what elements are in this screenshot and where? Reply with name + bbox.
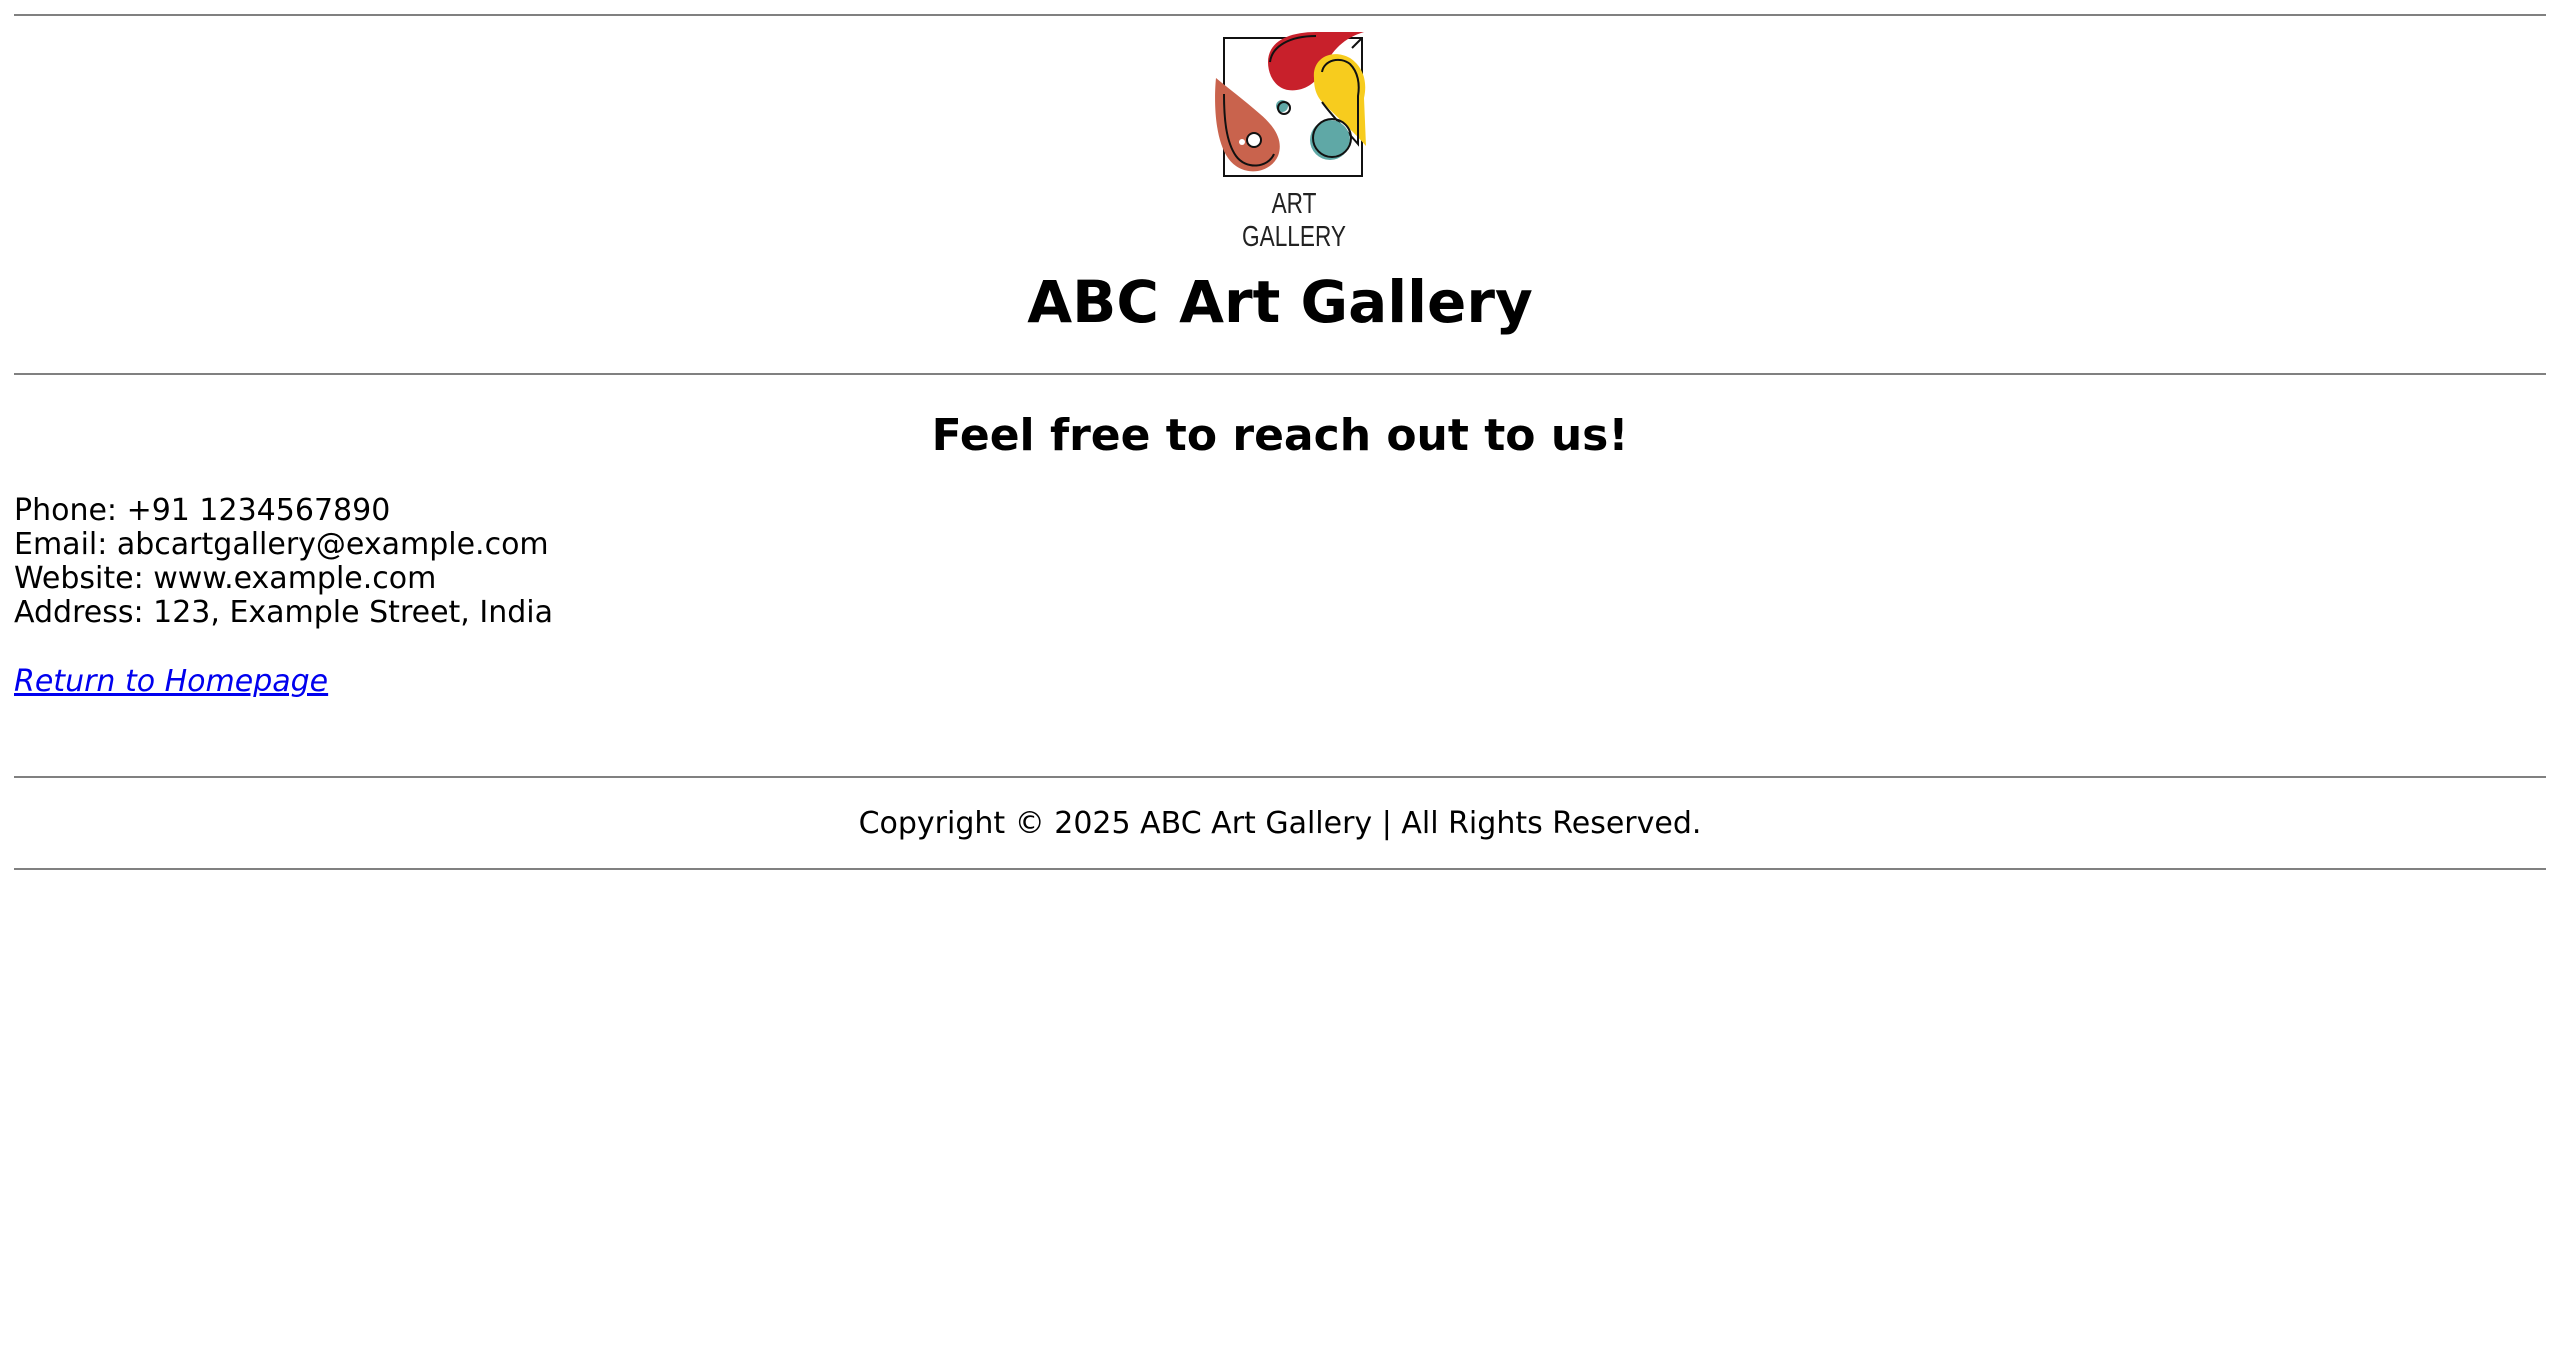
logo-caption: ART GALLERY: [1242, 188, 1346, 253]
top-divider: [14, 14, 2546, 16]
page-title: ABC Art Gallery: [1027, 268, 1533, 336]
header-divider: [14, 373, 2546, 375]
footer-top-divider: [14, 776, 2546, 778]
contact-heading: Feel free to reach out to us!: [931, 410, 1629, 461]
return-to-homepage-link[interactable]: Return to Homepage: [14, 664, 328, 700]
contact-email: Email: abcartgallery@example.com: [14, 527, 549, 562]
footer-copyright: Copyright © 2025 ABC Art Gallery | All R…: [858, 806, 1702, 841]
contact-website: Website: www.example.com: [14, 561, 437, 596]
contact-details: Phone: +91 1234567890 Email: abcartgalle…: [14, 494, 553, 630]
art-gallery-logo-icon: [1215, 32, 1366, 177]
footer-bottom-divider: [14, 868, 2546, 870]
contact-phone: Phone: +91 1234567890: [14, 493, 391, 528]
gallery-logo: ART GALLERY: [1204, 28, 1384, 253]
contact-address: Address: 123, Example Street, India: [14, 595, 553, 630]
